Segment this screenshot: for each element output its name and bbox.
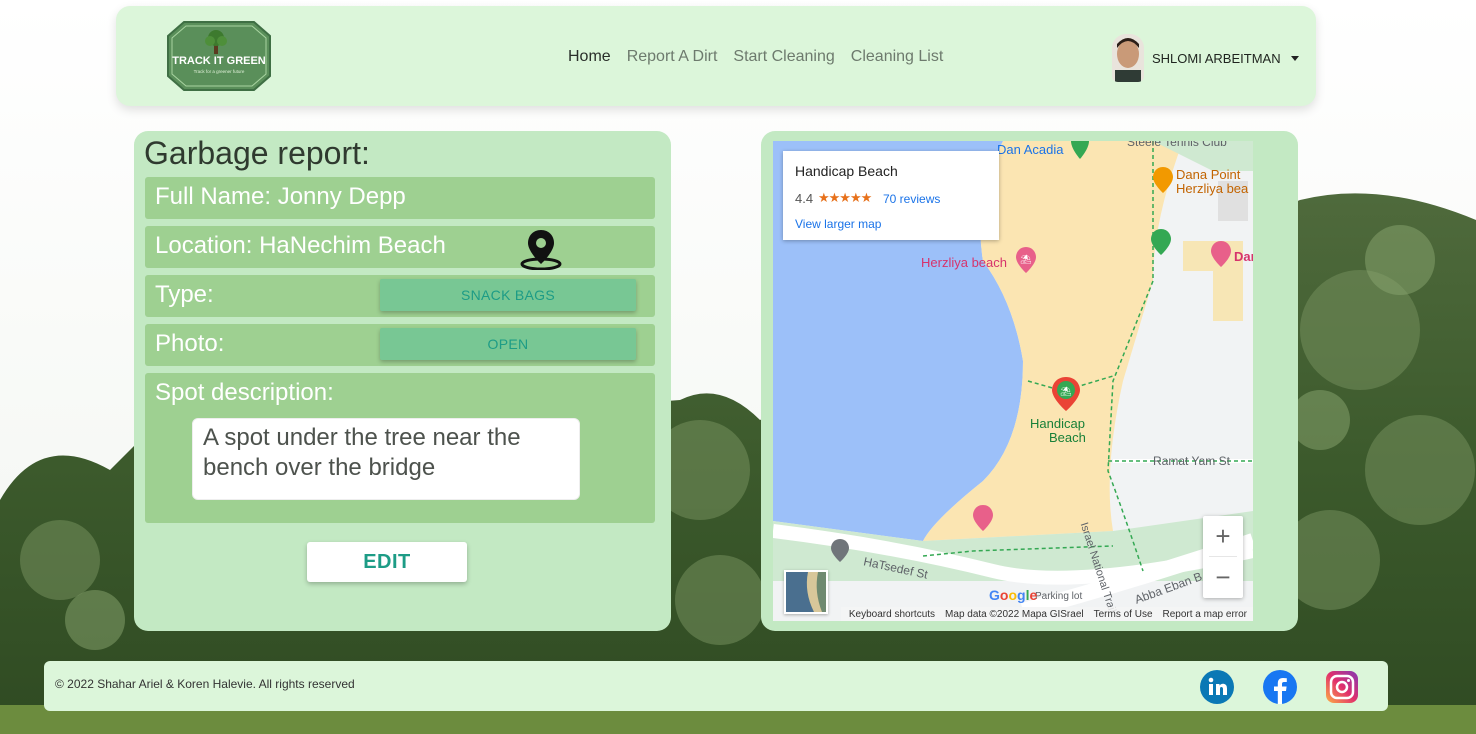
place-title: Handicap Beach [795, 163, 898, 179]
zoom-in-button[interactable]: + [1203, 516, 1243, 556]
location-pin-icon[interactable] [519, 226, 563, 270]
type-label: Type: [155, 281, 214, 308]
satellite-thumbnail-icon [786, 572, 826, 612]
zoom-out-button[interactable]: − [1203, 557, 1243, 597]
footer: © 2022 Shahar Ariel & Koren Halevie. All… [44, 661, 1388, 711]
nav-start-cleaning[interactable]: Start Cleaning [733, 46, 834, 68]
linkedin-icon[interactable] [1200, 670, 1234, 704]
map-attribution: Keyboard shortcuts Map data ©2022 Mapa G… [841, 607, 1253, 621]
garbage-report-card: Garbage report: Full Name: Jonny Depp Lo… [134, 131, 671, 631]
map-data-text: Map data ©2022 Mapa GISrael [945, 608, 1084, 620]
map-label-handicap: Handicap [1030, 416, 1085, 431]
svg-text:⛱: ⛱ [1060, 386, 1071, 397]
facebook-icon[interactable] [1263, 670, 1297, 704]
rating-stars-icon: ★★★★★ [818, 190, 872, 205]
map-label-tennis: Steele Tennis Club [1127, 141, 1227, 149]
map-label-parking: Parking lot [1035, 591, 1083, 602]
type-value-button[interactable]: SNACK BAGS [380, 279, 636, 311]
nav-links: Home Report A Dirt Start Cleaning Cleani… [568, 46, 943, 68]
map-view[interactable]: ⛱ ⛱ Dan Acadia Steele Tennis Club Dana P… [773, 141, 1253, 621]
spot-description-box: Spot description: A spot under the tree … [145, 373, 655, 523]
avatar [1112, 34, 1144, 82]
full-name-row: Full Name: Jonny Depp [145, 177, 655, 219]
nav-report-a-dirt[interactable]: Report A Dirt [627, 46, 718, 68]
view-larger-map-link[interactable]: View larger map [795, 217, 881, 231]
map-card: ⛱ ⛱ Dan Acadia Steele Tennis Club Dana P… [761, 131, 1298, 631]
photo-label: Photo: [155, 330, 225, 357]
svg-text:⛱: ⛱ [1020, 254, 1031, 265]
user-menu[interactable]: SHLOMI ARBEITMAN [1112, 34, 1299, 82]
keyboard-shortcuts-link[interactable]: Keyboard shortcuts [849, 609, 935, 620]
map-label-dan-acadia: Dan Acadia [997, 142, 1064, 157]
location-row: Location: HaNechim Beach [145, 226, 655, 270]
svg-text:Track for a greener future: Track for a greener future [194, 69, 245, 74]
report-map-error-link[interactable]: Report a map error [1163, 609, 1247, 620]
place-rating: 4.4 [795, 191, 814, 206]
user-name: SHLOMI ARBEITMAN [1152, 50, 1281, 66]
satellite-toggle[interactable] [784, 570, 828, 614]
edit-button[interactable]: EDIT [307, 542, 467, 582]
zoom-controls: + − [1203, 516, 1243, 598]
place-info-card: Handicap Beach 4.4 ★★★★★ 70 reviews View… [783, 151, 999, 240]
navbar: TRACK IT GREEN Track for a greener futur… [116, 6, 1316, 106]
svg-text:TRACK IT GREEN: TRACK IT GREEN [172, 55, 266, 67]
map-label-dana-point: Dana Point [1176, 167, 1241, 182]
type-row: Type: SNACK BAGS [145, 275, 655, 317]
reviews-link[interactable]: 70 reviews [883, 192, 940, 206]
copyright-text: © 2022 Shahar Ariel & Koren Halevie. All… [55, 677, 355, 691]
map-label-dana-point-2: Herzliya bea [1176, 181, 1249, 196]
chevron-down-icon [1290, 55, 1299, 61]
location-text: Location: HaNechim Beach [155, 232, 446, 259]
map-label-beach: Beach [1049, 430, 1086, 445]
photo-row: Photo: OPEN [145, 324, 655, 366]
spot-description-label: Spot description: [155, 379, 334, 406]
instagram-icon[interactable] [1325, 670, 1359, 704]
map-label-dan: Dan [1234, 249, 1253, 264]
terms-of-use-link[interactable]: Terms of Use [1094, 609, 1153, 620]
map-label-ramat-yam: Ramat Yam St [1153, 454, 1230, 468]
map-label-herzliya-beach: Herzliya beach [921, 255, 1007, 270]
nav-cleaning-list[interactable]: Cleaning List [851, 46, 944, 68]
nav-home[interactable]: Home [568, 46, 611, 68]
track-it-green-logo[interactable]: TRACK IT GREEN Track for a greener futur… [166, 20, 272, 92]
full-name-text: Full Name: Jonny Depp [155, 183, 406, 210]
page-title: Garbage report: [144, 135, 370, 171]
google-logo: Google [989, 587, 1038, 603]
open-photo-button[interactable]: OPEN [380, 328, 636, 360]
spot-description-field[interactable]: A spot under the tree near the bench ove… [192, 418, 580, 500]
